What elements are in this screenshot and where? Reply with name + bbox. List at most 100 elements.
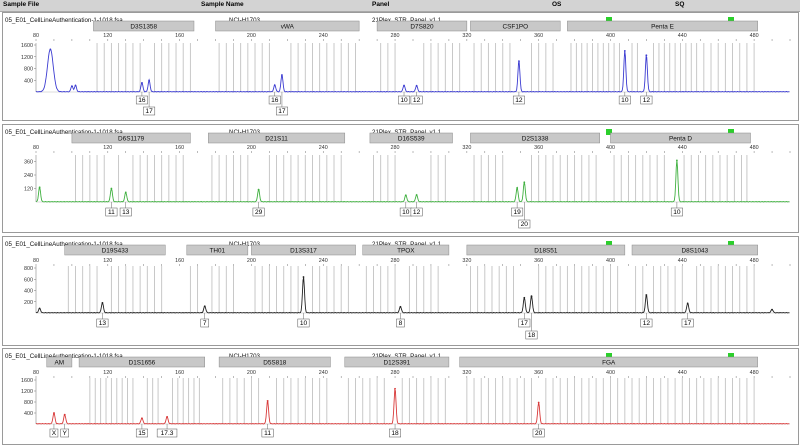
marker-label: D13S317 [290,248,317,255]
peak-point[interactable] [63,413,66,416]
marker-label: D6S1179 [118,136,145,143]
peak-point[interactable] [623,49,626,52]
marker-label: D5S818 [263,360,287,367]
peak-point[interactable] [518,60,520,63]
peak-point[interactable] [124,191,127,194]
peak-point[interactable] [516,187,519,189]
allele-call-label: 12 [413,209,421,216]
x-tick-label: 80 [33,258,39,264]
peak-point[interactable] [38,186,41,189]
x-axis: 80 120 160 200 240 280 320 360 400 440 480 [33,33,791,41]
allele-call-label: 11 [108,209,115,216]
peak-point[interactable] [53,412,55,414]
x-tick-label: 440 [678,33,687,39]
allele-call-label: 17.3 [161,430,174,437]
x-tick-label: 200 [247,145,256,151]
marker-label: D19S433 [102,248,129,255]
x-tick-label: 320 [462,258,471,264]
x-tick-label: 400 [606,145,615,151]
allele-call-label: 10 [400,97,408,104]
peak-point[interactable] [166,415,168,418]
peak-point[interactable] [141,417,143,420]
marker-label: D1S1656 [129,360,156,367]
marker-label: D7S820 [410,24,434,31]
peak-point[interactable] [38,307,41,310]
allele-call-label: 12 [515,97,523,104]
marker-label: Penta E [651,24,674,31]
green-trace [35,159,790,203]
peak-point[interactable] [686,302,689,305]
peak-point[interactable] [74,84,77,87]
y-tick-label: 400 [24,411,33,417]
peak-point[interactable] [281,74,283,76]
allele-call-label: 10 [673,209,681,216]
allele-call-label: 20 [535,430,543,437]
x-tick-label: 360 [534,370,543,376]
x-tick-label: 400 [606,370,615,376]
x-tick-label: 360 [534,258,543,264]
peak-point[interactable] [676,159,678,162]
peak-point[interactable] [49,48,52,51]
peak-point[interactable] [403,84,405,87]
peak-point[interactable] [771,308,773,311]
y-tick-label: 400 [24,289,33,295]
y-tick-label: 200 [24,300,33,306]
peak-point[interactable] [645,54,648,57]
peak-point[interactable] [394,387,396,390]
peak-point[interactable] [141,81,143,84]
y-tick-label: 800 [24,400,33,406]
allele-call-label: 17 [145,108,153,115]
allele-call-label: 18 [528,332,536,339]
green-channel-chart: 05_E01_CellLineAuthentication-1-1018.fsa… [5,129,791,229]
peak-point[interactable] [266,400,269,402]
peak-point[interactable] [101,301,104,304]
allele-call-label: 17 [278,108,286,115]
peak-point[interactable] [110,187,113,190]
marker-label: D21S11 [265,136,288,143]
x-tick-label: 280 [391,258,400,264]
allele-call-label: 20 [521,221,529,228]
peak-point[interactable] [302,276,305,278]
x-tick-label: 440 [678,370,687,376]
allele-call-label: 8 [399,320,403,327]
x-tick-label: 200 [247,33,256,39]
black-channel-chart: 05_E01_CellLineAuthentication-1-1018.fsa… [5,241,791,340]
y-tick-label: 800 [24,266,33,272]
allele-call-label: Y [63,430,68,437]
y-tick-label: 400 [24,78,33,84]
peak-point[interactable] [415,194,418,196]
peak-point[interactable] [148,79,151,82]
peak-point[interactable] [399,305,402,308]
x-tick-label: 200 [247,370,256,376]
x-tick-label: 120 [103,258,112,264]
peak-point[interactable] [523,296,526,299]
peak-point[interactable] [404,194,407,197]
x-tick-label: 440 [678,145,687,151]
x-tick-label: 360 [534,145,543,151]
allele-call-label: 10 [300,320,308,327]
peak-point[interactable] [415,84,418,87]
x-tick-label: 80 [33,33,39,39]
x-tick-label: 120 [103,370,112,376]
marker-label: TPOX [397,248,415,255]
peak-point[interactable] [273,84,276,87]
peak-point[interactable] [645,294,648,296]
x-tick-label: 160 [175,370,184,376]
peak-point[interactable] [523,181,526,184]
marker-label: vWA [281,24,295,31]
x-tick-label: 400 [606,258,615,264]
x-tick-label: 80 [33,370,39,376]
peak-point[interactable] [530,295,533,298]
peak-point[interactable] [71,85,73,88]
blue-channel-chart: 05_E01_CellLineAuthentication-1-1018.fsa… [5,17,791,116]
y-tick-label: 800 [24,67,33,73]
x-tick-label: 240 [319,258,328,264]
x-tick-label: 320 [462,145,471,151]
marker-label: D18S51 [534,248,558,255]
peak-point[interactable] [203,305,206,308]
peak-point[interactable] [537,401,540,404]
y-tick-label: 1200 [21,389,33,395]
black-trace [35,277,790,314]
peak-point[interactable] [257,188,260,191]
allele-call-label: 17 [684,320,692,327]
